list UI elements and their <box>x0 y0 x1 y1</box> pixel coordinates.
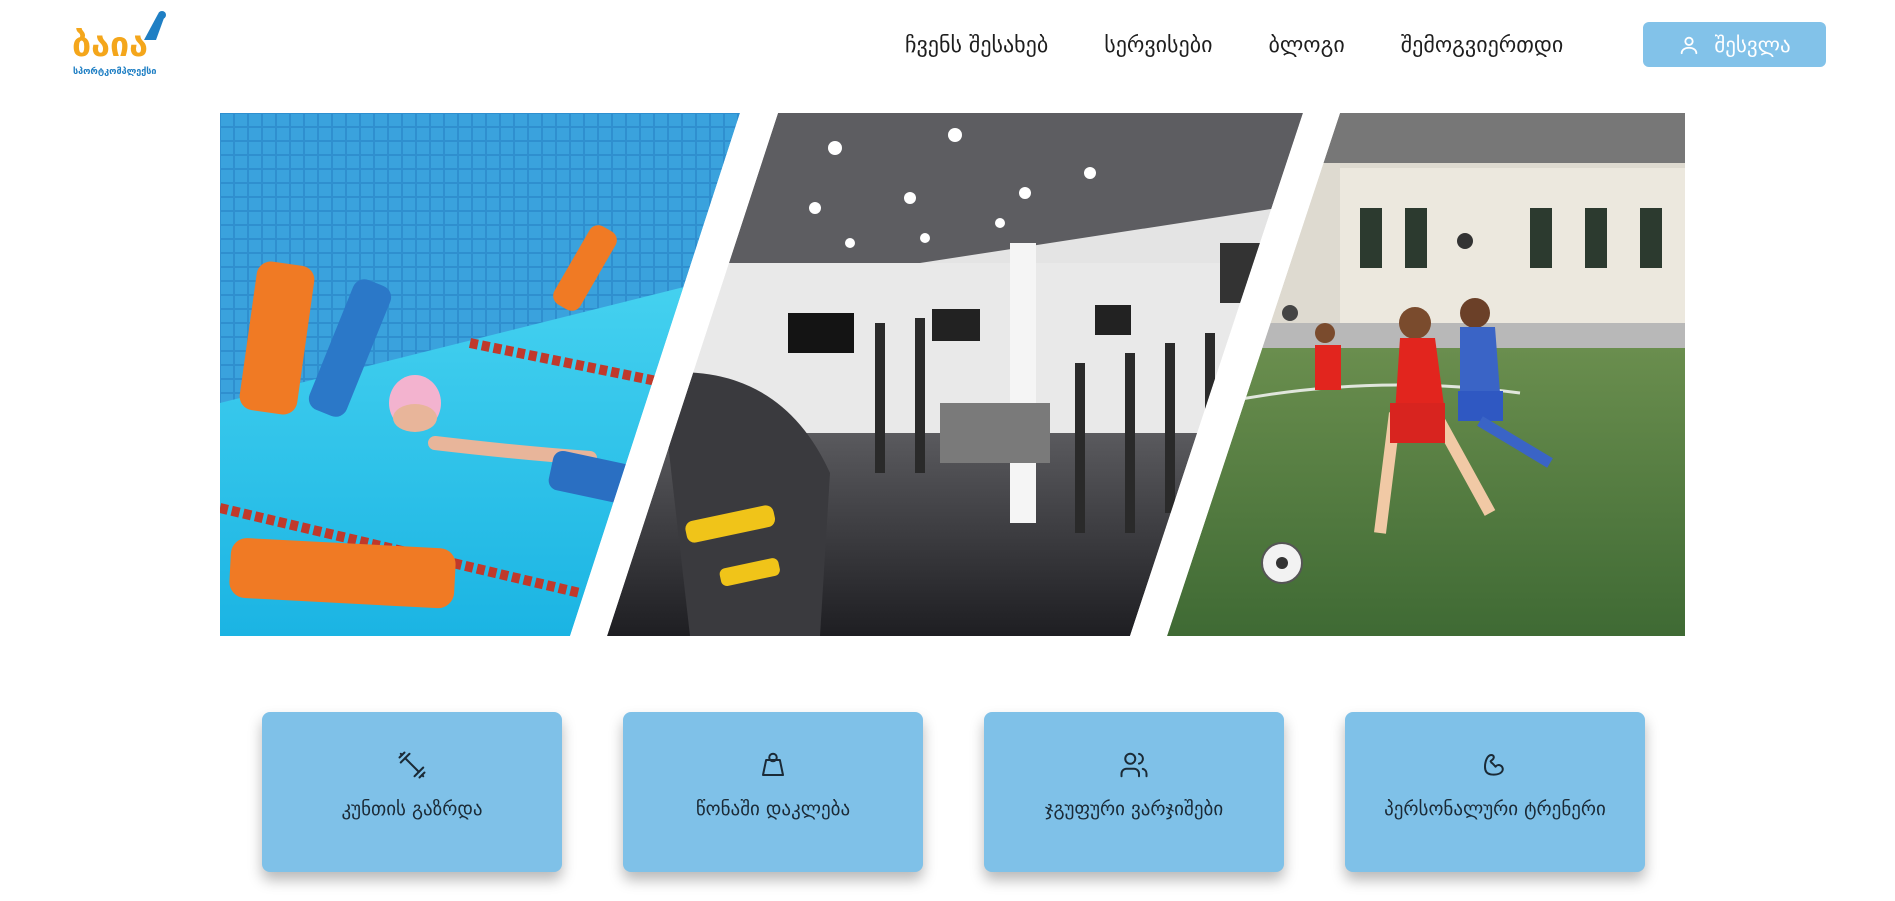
weight-icon <box>762 752 784 776</box>
logo-graphic: ბაია სპორტკომპლექსი <box>72 11 166 77</box>
hero-banner <box>220 113 1685 636</box>
nav-services[interactable]: სერვისები <box>1104 28 1212 64</box>
bicep-icon <box>1484 754 1504 776</box>
nav-about[interactable]: ჩვენს შესახებ <box>905 28 1048 64</box>
main-nav: ჩვენს შესახებ სერვისები ბლოგი შემოგვიერთ… <box>905 28 1563 64</box>
service-cards: კუნთის გაზრდა წონაში დაკლება ჯგუფური ვარ… <box>262 712 1645 872</box>
login-label: შესვლა <box>1714 32 1791 57</box>
card-label: ჯგუფური ვარჯიშები <box>1044 798 1224 820</box>
user-icon <box>1681 36 1698 54</box>
card-label: პერსონალური ტრენერი <box>1384 798 1606 820</box>
nav-join[interactable]: შემოგვიერთდი <box>1401 28 1563 64</box>
card-weight-loss[interactable]: წონაში დაკლება <box>623 712 923 872</box>
nav-blog[interactable]: ბლოგი <box>1269 28 1345 64</box>
card-label: კუნთის გაზრდა <box>341 798 483 820</box>
card-label: წონაში დაკლება <box>695 798 851 820</box>
users-icon <box>1120 752 1148 778</box>
login-button[interactable]: შესვლა <box>1643 22 1826 67</box>
logo[interactable]: ბაია სპორტკომპლექსი <box>72 10 176 78</box>
card-group-training[interactable]: ჯგუფური ვარჯიშები <box>984 712 1284 872</box>
logo-wordmark: ბაია <box>72 25 148 65</box>
dumbbell-icon <box>398 751 426 779</box>
card-personal-trainer[interactable]: პერსონალური ტრენერი <box>1345 712 1645 872</box>
card-muscle-gain[interactable]: კუნთის გაზრდა <box>262 712 562 872</box>
logo-tagline: სპორტკომპლექსი <box>73 66 156 77</box>
